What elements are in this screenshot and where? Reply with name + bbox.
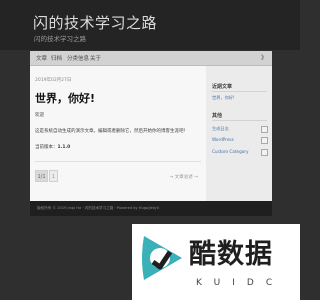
older-posts-link[interactable]: → 文章总述 → [170,174,198,180]
nav-item-archive[interactable]: 归档 [51,54,62,62]
post-divider [35,161,201,162]
sidebar-item-badge [261,126,268,133]
site-header: 闪的技术学习之路 闪的技术学习之路 [0,0,300,50]
sidebar-item-badge [261,149,268,156]
sidebar-other-heading: 其他 [212,113,223,119]
main-nav: 文章 归档 分类信息 关于 ⟫ [30,51,272,66]
sidebar-divider [212,120,267,121]
post-version-label: 当前版本： [35,145,58,150]
sidebar: 近期文章 世界，你好! 其他 生成日志 WordPress Custom Cat… [206,66,272,201]
pager-current-button[interactable]: 1 [49,170,58,182]
rss-icon[interactable]: ⟫ [259,54,266,61]
post-date: 2019年02月27日 [35,78,72,83]
nav-item-posts[interactable]: 文章 [36,54,47,62]
sidebar-other-item[interactable]: 生成日志 [212,126,229,132]
site-title[interactable]: 闪的技术学习之路 [33,12,157,33]
nav-item-about[interactable]: 关于 [90,54,101,62]
kuidc-logo-icon [142,236,182,280]
kuidc-watermark: 酷数据 KUIDC [132,224,300,300]
footer-text: 版权所有 © 2019 Jinpi Ha · 闪的技术学习之路 · Powere… [37,206,159,210]
post-body: 这是系统自动生成的演示文章。编辑或者删除它，然后开始你的博客生涯吧！ [35,129,188,134]
post-version: 当前版本：1.1.0 [35,144,70,150]
watermark-subtext: KUIDC [196,278,285,288]
sidebar-divider [212,91,267,92]
post-area: 2019年02月27日 世界，你好! 欢迎 这是系统自动生成的演示文章。编辑或者… [30,66,206,201]
sidebar-recent-item[interactable]: 世界，你好! [212,95,235,101]
post-greeting: 欢迎 [35,113,44,118]
sidebar-item-badge [261,137,268,144]
post-version-value: 1.1.0 [57,145,71,150]
sidebar-other-item[interactable]: WordPress [212,137,234,142]
pager-prev-button[interactable]: 1/1 [35,170,48,182]
site-description: 闪的技术学习之路 [34,35,86,43]
site-footer: 版权所有 © 2019 Jinpi Ha · 闪的技术学习之路 · Powere… [30,201,272,216]
nav-item-categories[interactable]: 分类信息 [67,54,89,62]
sidebar-recent-heading: 近期文章 [212,84,233,90]
sidebar-other-item[interactable]: Custom Category [212,149,249,154]
watermark-text: 酷数据 [189,239,273,270]
post-title[interactable]: 世界，你好! [35,90,95,106]
